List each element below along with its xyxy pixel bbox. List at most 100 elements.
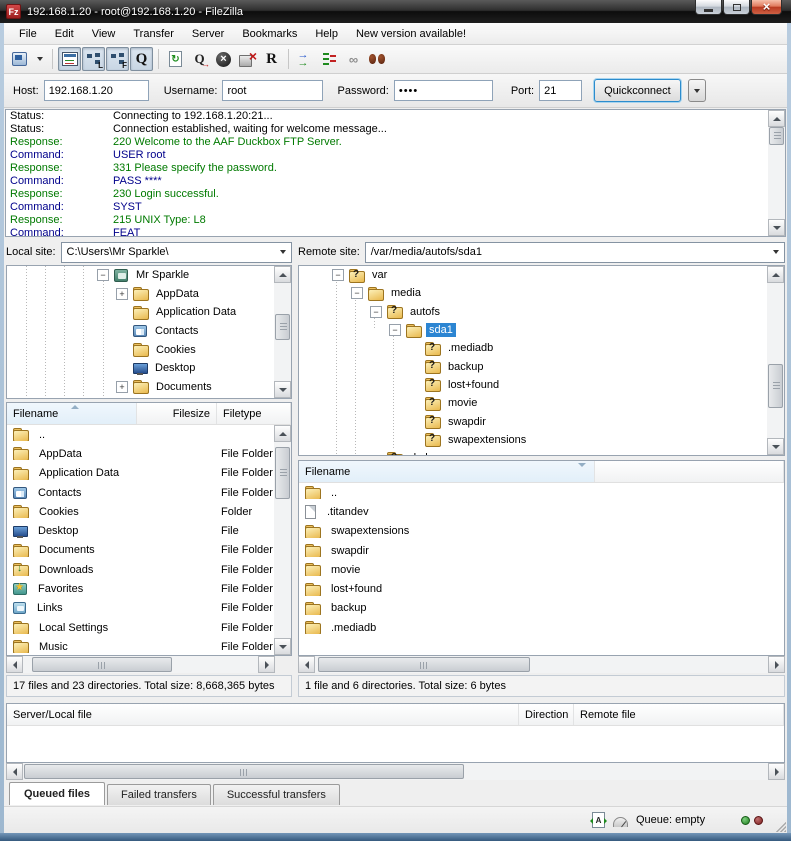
port-input[interactable] <box>539 80 582 101</box>
toggle-local-tree-button[interactable]: L <box>82 47 105 71</box>
menu-server[interactable]: Server <box>183 25 233 43</box>
filezilla-app-icon[interactable]: Fz <box>6 4 21 19</box>
quickconnect-dropdown[interactable] <box>688 79 706 102</box>
file-search-button[interactable] <box>366 47 389 71</box>
remote-tree-item-backup[interactable]: backup <box>299 357 784 375</box>
queue-horizontal-scrollbar[interactable] <box>6 763 785 780</box>
collapse-icon[interactable]: − <box>370 306 382 318</box>
remote-directory-tree[interactable]: −var −media −autofs −sda1 .mediadb backu… <box>298 265 785 456</box>
combo-dropdown-button[interactable] <box>768 244 783 261</box>
menu-view[interactable]: View <box>83 25 125 43</box>
remote-file-row[interactable]: .. <box>299 483 784 502</box>
local-file-row[interactable]: ContactsFile Folder <box>7 483 291 502</box>
scroll-down-button[interactable] <box>274 381 291 398</box>
remote-file-row[interactable]: swapdir <box>299 541 784 560</box>
scroll-up-button[interactable] <box>274 266 291 283</box>
toggle-queue-button[interactable]: Q <box>130 47 153 71</box>
local-tree-item-contacts[interactable]: Contacts <box>7 322 291 341</box>
tab-queued-files[interactable]: Queued files <box>9 782 105 805</box>
collapse-icon[interactable]: − <box>389 324 401 336</box>
local-tree-item-desktop[interactable]: Desktop <box>7 359 291 378</box>
site-manager-button[interactable] <box>9 47 32 71</box>
close-button[interactable] <box>751 0 782 15</box>
message-log[interactable]: Status:Connecting to 192.168.1.20:21... … <box>5 109 786 237</box>
remote-site-combo[interactable]: /var/media/autofs/sda1 <box>365 242 785 263</box>
remote-file-row[interactable]: backup <box>299 599 784 618</box>
resize-grip[interactable] <box>774 820 786 832</box>
scroll-down-button[interactable] <box>768 219 785 236</box>
local-list-vertical-scrollbar[interactable] <box>274 425 291 655</box>
remote-file-row[interactable]: movie <box>299 560 784 579</box>
minimize-button[interactable] <box>695 0 722 15</box>
transfer-queue[interactable]: Server/Local file Direction Remote file <box>6 703 785 763</box>
tab-failed-transfers[interactable]: Failed transfers <box>107 784 211 805</box>
column-header-filename[interactable]: Filename <box>7 403 137 424</box>
filename-filters-button[interactable] <box>342 47 365 71</box>
remote-file-row[interactable]: .titandev <box>299 502 784 521</box>
site-manager-dropdown[interactable] <box>33 47 47 71</box>
remote-list-horizontal-scrollbar[interactable] <box>298 656 785 673</box>
expand-icon[interactable]: + <box>116 288 128 300</box>
scroll-thumb[interactable] <box>769 127 784 145</box>
remote-file-row[interactable]: swapextensions <box>299 522 784 541</box>
toggle-message-log-button[interactable] <box>58 47 81 71</box>
remote-tree-item-lost-found[interactable]: lost+found <box>299 376 784 394</box>
speed-limits-icon[interactable] <box>613 817 628 827</box>
password-input[interactable] <box>394 80 493 101</box>
scroll-thumb[interactable] <box>318 657 530 672</box>
local-file-row[interactable]: Application DataFile Folder <box>7 464 291 483</box>
local-tree-item-appdata[interactable]: +AppData <box>7 285 291 304</box>
local-file-row[interactable]: DocumentsFile Folder <box>7 541 291 560</box>
local-tree-item-application-data[interactable]: Application Data <box>7 303 291 322</box>
expand-icon[interactable]: + <box>116 381 128 393</box>
local-tree-item-documents[interactable]: +Documents <box>7 378 291 397</box>
scroll-up-button[interactable] <box>767 266 784 283</box>
local-file-row[interactable]: MusicFile Folder <box>7 637 291 656</box>
local-tree-vertical-scrollbar[interactable] <box>274 266 291 398</box>
collapse-icon[interactable]: − <box>351 287 363 299</box>
scroll-thumb[interactable] <box>32 657 172 672</box>
local-file-list[interactable]: Filename Filesize Filetype .. AppDataFil… <box>6 402 292 656</box>
menu-transfer[interactable]: Transfer <box>124 25 183 43</box>
remote-tree-item-autofs[interactable]: −autofs <box>299 303 784 321</box>
column-header-server-local-file[interactable]: Server/Local file <box>7 704 519 725</box>
local-directory-tree[interactable]: −Mr Sparkle +AppData Application Data Co… <box>6 265 292 399</box>
scroll-up-button[interactable] <box>274 425 291 442</box>
process-queue-button[interactable]: Q <box>188 47 211 71</box>
refresh-button[interactable] <box>164 47 187 71</box>
collapse-icon[interactable]: − <box>97 269 109 281</box>
column-header-filename[interactable]: Filename <box>299 461 595 482</box>
local-tree-item-mr-sparkle[interactable]: −Mr Sparkle <box>7 266 291 285</box>
local-site-combo[interactable]: C:\Users\Mr Sparkle\ <box>61 242 292 263</box>
scroll-left-button[interactable] <box>6 656 23 673</box>
quickconnect-button[interactable]: Quickconnect <box>594 79 681 102</box>
local-file-row[interactable]: LinksFile Folder <box>7 599 291 618</box>
tab-successful-transfers[interactable]: Successful transfers <box>213 784 340 805</box>
column-header-direction[interactable]: Direction <box>519 704 574 725</box>
scroll-thumb[interactable] <box>275 447 290 499</box>
host-input[interactable] <box>44 80 149 101</box>
local-file-row[interactable]: DownloadsFile Folder <box>7 560 291 579</box>
remote-tree-vertical-scrollbar[interactable] <box>767 266 784 455</box>
remote-file-row[interactable]: lost+found <box>299 579 784 598</box>
scroll-thumb[interactable] <box>768 364 783 408</box>
local-file-row[interactable]: Local SettingsFile Folder <box>7 618 291 637</box>
local-file-row[interactable]: AppDataFile Folder <box>7 444 291 463</box>
transfer-type-icon[interactable]: A <box>592 812 605 828</box>
menu-help[interactable]: Help <box>306 25 347 43</box>
scroll-up-button[interactable] <box>768 110 785 127</box>
local-file-row[interactable]: .. <box>7 425 291 444</box>
scroll-thumb[interactable] <box>24 764 464 779</box>
scroll-left-button[interactable] <box>298 656 315 673</box>
remote-tree-item-dvd[interactable]: dvd <box>299 449 784 456</box>
scroll-down-button[interactable] <box>274 638 291 655</box>
combo-dropdown-button[interactable] <box>275 244 290 261</box>
scroll-left-button[interactable] <box>6 763 23 780</box>
remote-file-list[interactable]: Filename .. .titandev swapextensions swa… <box>298 460 785 656</box>
column-header-filetype[interactable]: Filetype <box>217 403 291 424</box>
local-file-row[interactable]: CookiesFolder <box>7 502 291 521</box>
scroll-right-button[interactable] <box>768 763 785 780</box>
toggle-remote-tree-button[interactable]: F <box>106 47 129 71</box>
scroll-right-button[interactable] <box>258 656 275 673</box>
local-tree-item-downloads[interactable]: +Downloads <box>7 396 291 399</box>
